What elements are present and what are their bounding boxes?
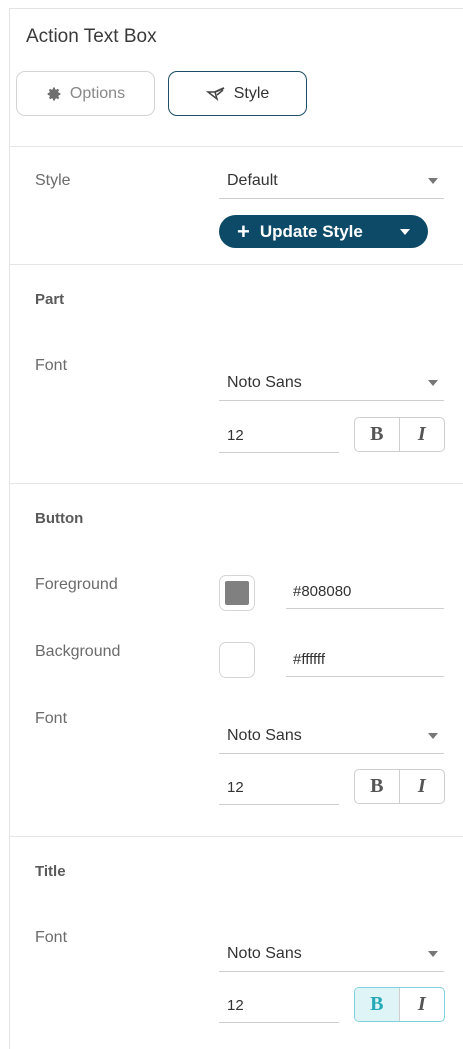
background-hex-input[interactable]: #ffffff: [286, 643, 444, 677]
style-panel: Action Text Box Options Style Style Defa…: [9, 8, 463, 1049]
title-italic-toggle[interactable]: I: [400, 988, 445, 1021]
button-font-style-group: B I: [354, 769, 445, 804]
chevron-down-icon: [428, 178, 438, 184]
update-style-label: Update Style: [259, 221, 363, 241]
foreground-hex-input[interactable]: #808080: [286, 575, 444, 609]
style-tab-button[interactable]: Style: [168, 71, 307, 116]
part-font-family-value: Noto Sans: [227, 373, 302, 391]
button-font-family-value: Noto Sans: [227, 726, 302, 744]
button-section-title: Button: [35, 510, 84, 527]
divider: [10, 264, 463, 265]
button-font-size-value: 12: [227, 779, 244, 796]
background-color-swatch[interactable]: [219, 642, 255, 678]
button-font-size-input[interactable]: 12: [219, 771, 339, 805]
divider: [10, 836, 463, 837]
title-font-style-group: B I: [354, 987, 445, 1022]
part-italic-toggle[interactable]: I: [400, 418, 445, 451]
button-font-label: Font: [35, 710, 68, 727]
background-hex-value: #ffffff: [293, 651, 325, 668]
button-bold-toggle[interactable]: B: [355, 770, 400, 803]
foreground-hex-value: #808080: [293, 583, 352, 600]
part-font-size-input[interactable]: 12: [219, 419, 339, 453]
style-tab-label: Style: [233, 84, 270, 102]
divider: [10, 146, 463, 147]
title-font-family-select[interactable]: Noto Sans: [219, 936, 444, 972]
title-section-title: Title: [35, 863, 66, 880]
part-bold-toggle[interactable]: B: [355, 418, 400, 451]
background-label: Background: [35, 643, 121, 660]
button-font-family-select[interactable]: Noto Sans: [219, 718, 444, 754]
chevron-down-icon: [428, 733, 438, 739]
part-font-style-group: B I: [354, 417, 445, 452]
options-tab-label: Options: [69, 84, 126, 102]
part-font-size-value: 12: [227, 427, 244, 444]
style-select[interactable]: Default: [219, 163, 444, 199]
button-italic-toggle[interactable]: I: [400, 770, 445, 803]
part-section-title: Part: [35, 291, 65, 308]
style-select-value: Default: [227, 171, 278, 189]
paintbrush-icon: [205, 86, 226, 102]
background-color-fill: [225, 648, 249, 672]
chevron-down-icon: [428, 380, 438, 386]
options-tab-button[interactable]: Options: [16, 71, 155, 116]
plus-icon: +: [237, 218, 250, 244]
title-font-family-value: Noto Sans: [227, 944, 302, 962]
title-font-label: Font: [35, 929, 68, 946]
panel-title: Action Text Box: [26, 26, 157, 47]
foreground-color-swatch[interactable]: [219, 575, 255, 611]
chevron-down-icon: [428, 951, 438, 957]
part-font-family-select[interactable]: Noto Sans: [219, 365, 444, 401]
gear-icon: [46, 86, 62, 102]
part-font-label: Font: [35, 357, 68, 374]
divider: [10, 483, 463, 484]
update-style-button[interactable]: + Update Style: [219, 215, 428, 248]
chevron-down-icon[interactable]: [400, 229, 410, 235]
title-font-size-input[interactable]: 12: [219, 989, 339, 1023]
title-font-size-value: 12: [227, 997, 244, 1014]
style-label: Style: [35, 172, 71, 189]
foreground-label: Foreground: [35, 576, 118, 593]
foreground-color-fill: [225, 581, 249, 605]
title-bold-toggle[interactable]: B: [355, 988, 400, 1021]
